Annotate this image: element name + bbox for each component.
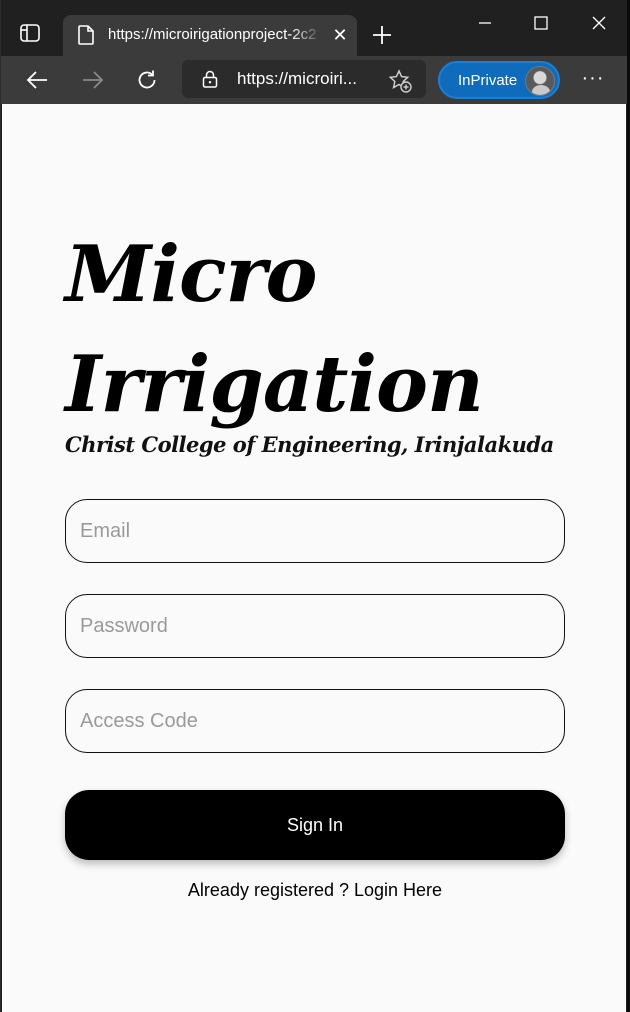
password-field[interactable]	[66, 595, 564, 657]
tab-actions-icon[interactable]	[19, 22, 41, 44]
email-field-wrapper	[65, 499, 565, 563]
tab-title: https://microirigationproject-2c2	[108, 26, 317, 43]
address-bar[interactable]: https://microiri...	[182, 60, 426, 98]
tab-bar: https://microirigationproject-2c2 ✕	[1, 0, 627, 56]
password-field-wrapper	[65, 594, 565, 658]
plus-icon[interactable]	[371, 24, 395, 48]
access-code-field-wrapper	[65, 689, 565, 753]
inprivate-label: InPrivate	[458, 72, 518, 89]
sign-in-button[interactable]: Sign In	[65, 790, 565, 860]
lock-icon[interactable]	[202, 70, 218, 88]
close-tab-icon[interactable]: ✕	[331, 26, 349, 44]
browser-window: https://microirigationproject-2c2 ✕ http…	[1, 0, 627, 1012]
access-code-field[interactable]	[66, 690, 564, 752]
title-line-2: Irrigation	[65, 339, 484, 430]
inprivate-button[interactable]: InPrivate	[438, 61, 560, 99]
back-arrow-icon[interactable]	[23, 66, 51, 94]
profile-avatar	[525, 66, 555, 96]
refresh-icon[interactable]	[133, 66, 161, 94]
college-subtitle: Christ College of Engineering, Irinjalak…	[65, 432, 554, 457]
forward-arrow-icon	[79, 66, 107, 94]
close-icon[interactable]	[583, 8, 615, 38]
url-text[interactable]: https://microiri...	[237, 69, 372, 89]
more-options-icon[interactable]: ···	[579, 66, 607, 94]
browser-tab[interactable]: https://microirigationproject-2c2 ✕	[63, 15, 357, 56]
add-favorite-icon[interactable]	[388, 69, 412, 93]
minimize-icon[interactable]	[469, 8, 501, 38]
email-field[interactable]	[66, 500, 564, 562]
maximize-icon[interactable]	[525, 8, 557, 38]
title-line-1: Micro	[65, 229, 318, 320]
navigation-bar: https://microiri... InPrivate ···	[1, 56, 627, 104]
page-title: Micro Irrigation	[65, 220, 565, 440]
login-link[interactable]: Already registered ? Login Here	[65, 880, 565, 901]
page-icon	[77, 25, 95, 45]
page-content: Micro Irrigation Christ College of Engin…	[2, 104, 626, 1012]
